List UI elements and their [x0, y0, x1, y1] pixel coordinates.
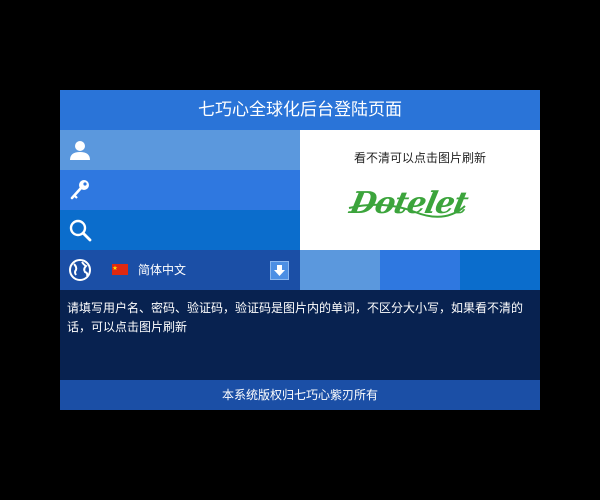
password-row: [60, 170, 300, 210]
china-flag-icon: [112, 264, 128, 275]
arrow-down-icon: [274, 265, 285, 276]
captcha-tip: 看不清可以点击图片刷新: [353, 151, 486, 165]
footer-copyright: 本系统版权归七巧心紫刃所有: [60, 380, 540, 410]
search-icon: [69, 219, 92, 242]
captcha-input[interactable]: [108, 216, 292, 246]
username-row: [60, 130, 300, 170]
decor-block-2: [380, 250, 460, 290]
instructions-text: 请填写用户名、密码、验证码，验证码是图片内的单词，不区分大小写，如果看不清的话，…: [60, 290, 540, 380]
login-panel: 七巧心全球化后台登陆页面 简体中文 看不清可以点击图片刷新 Dotelet 请填…: [60, 90, 540, 410]
decor-block-1: [300, 250, 380, 290]
key-icon: [70, 180, 89, 200]
page-title: 七巧心全球化后台登陆页面: [60, 90, 540, 130]
captcha-image[interactable]: Dotelet: [345, 182, 470, 224]
captcha-row: [60, 210, 300, 250]
user-icon: [70, 141, 90, 160]
password-input[interactable]: [108, 176, 292, 206]
language-row[interactable]: 简体中文: [60, 250, 300, 290]
username-input[interactable]: [108, 136, 292, 166]
captcha-box[interactable]: 看不清可以点击图片刷新 Dotelet: [300, 130, 540, 250]
language-dropdown-button[interactable]: [270, 261, 289, 280]
captcha-text: Dotelet: [346, 186, 470, 221]
decor-block-3: [460, 250, 540, 290]
globe-icon: [69, 259, 91, 281]
language-selected: 简体中文: [138, 263, 187, 277]
